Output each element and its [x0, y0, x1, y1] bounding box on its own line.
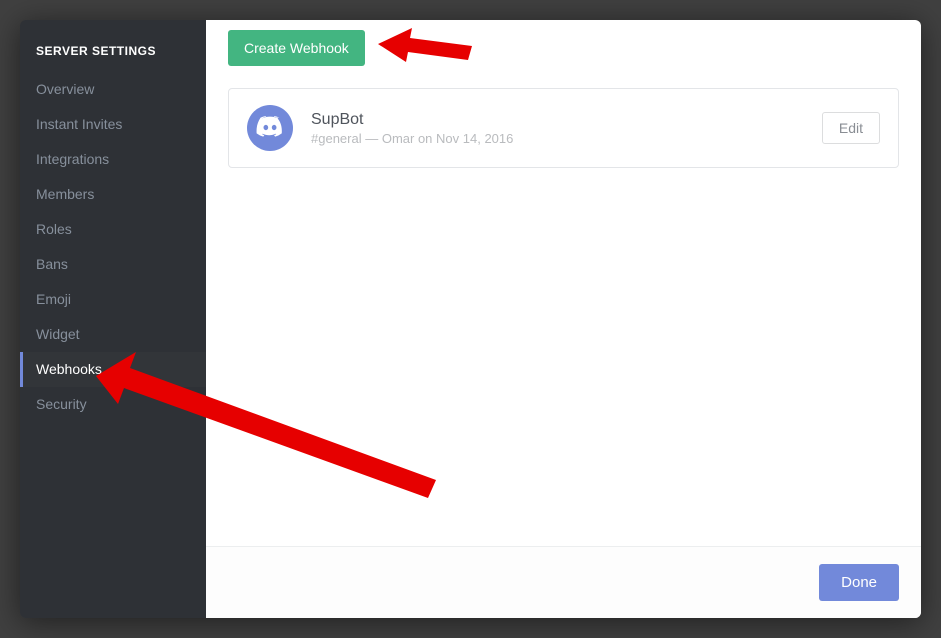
- webhook-channel: #general: [311, 131, 362, 146]
- sidebar-item-label: Widget: [36, 326, 80, 342]
- webhook-avatar: [247, 105, 293, 151]
- sidebar-item-label: Bans: [36, 256, 68, 272]
- annotation-arrow-1: [376, 22, 476, 72]
- sidebar-item-members[interactable]: Members: [20, 177, 206, 212]
- sidebar-item-webhooks[interactable]: Webhooks: [20, 352, 206, 387]
- settings-modal: SERVER SETTINGS Overview Instant Invites…: [20, 20, 921, 618]
- sidebar-item-integrations[interactable]: Integrations: [20, 142, 206, 177]
- sidebar-item-security[interactable]: Security: [20, 387, 206, 422]
- sidebar-item-label: Webhooks: [36, 361, 102, 377]
- done-button[interactable]: Done: [819, 564, 899, 601]
- create-webhook-button[interactable]: Create Webhook: [228, 30, 365, 66]
- discord-logo-icon: [255, 111, 285, 146]
- sidebar-item-roles[interactable]: Roles: [20, 212, 206, 247]
- content-footer: Done: [206, 546, 921, 618]
- sidebar-header: SERVER SETTINGS: [20, 44, 206, 72]
- sidebar-item-overview[interactable]: Overview: [20, 72, 206, 107]
- sidebar-item-instant-invites[interactable]: Instant Invites: [20, 107, 206, 142]
- sidebar-item-label: Roles: [36, 221, 72, 237]
- webhook-date: Nov 14, 2016: [436, 131, 513, 146]
- webhook-info: SupBot #general — Omar on Nov 14, 2016: [311, 111, 822, 146]
- webhook-name: SupBot: [311, 111, 822, 129]
- sidebar-item-bans[interactable]: Bans: [20, 247, 206, 282]
- sidebar-item-label: Integrations: [36, 151, 109, 167]
- content-main: Create Webhook SupBot #general — Omar on…: [206, 20, 921, 546]
- sidebar-item-widget[interactable]: Widget: [20, 317, 206, 352]
- webhook-author-prefix: Omar on: [382, 131, 436, 146]
- sidebar: SERVER SETTINGS Overview Instant Invites…: [20, 20, 206, 618]
- webhook-separator: —: [362, 131, 382, 146]
- edit-webhook-button[interactable]: Edit: [822, 112, 880, 144]
- sidebar-item-label: Overview: [36, 81, 94, 97]
- content-pane: Create Webhook SupBot #general — Omar on…: [206, 20, 921, 618]
- webhook-row: SupBot #general — Omar on Nov 14, 2016 E…: [228, 88, 899, 168]
- sidebar-item-label: Security: [36, 396, 87, 412]
- sidebar-item-emoji[interactable]: Emoji: [20, 282, 206, 317]
- sidebar-item-label: Members: [36, 186, 94, 202]
- webhook-meta: #general — Omar on Nov 14, 2016: [311, 131, 822, 146]
- sidebar-item-label: Emoji: [36, 291, 71, 307]
- sidebar-item-label: Instant Invites: [36, 116, 122, 132]
